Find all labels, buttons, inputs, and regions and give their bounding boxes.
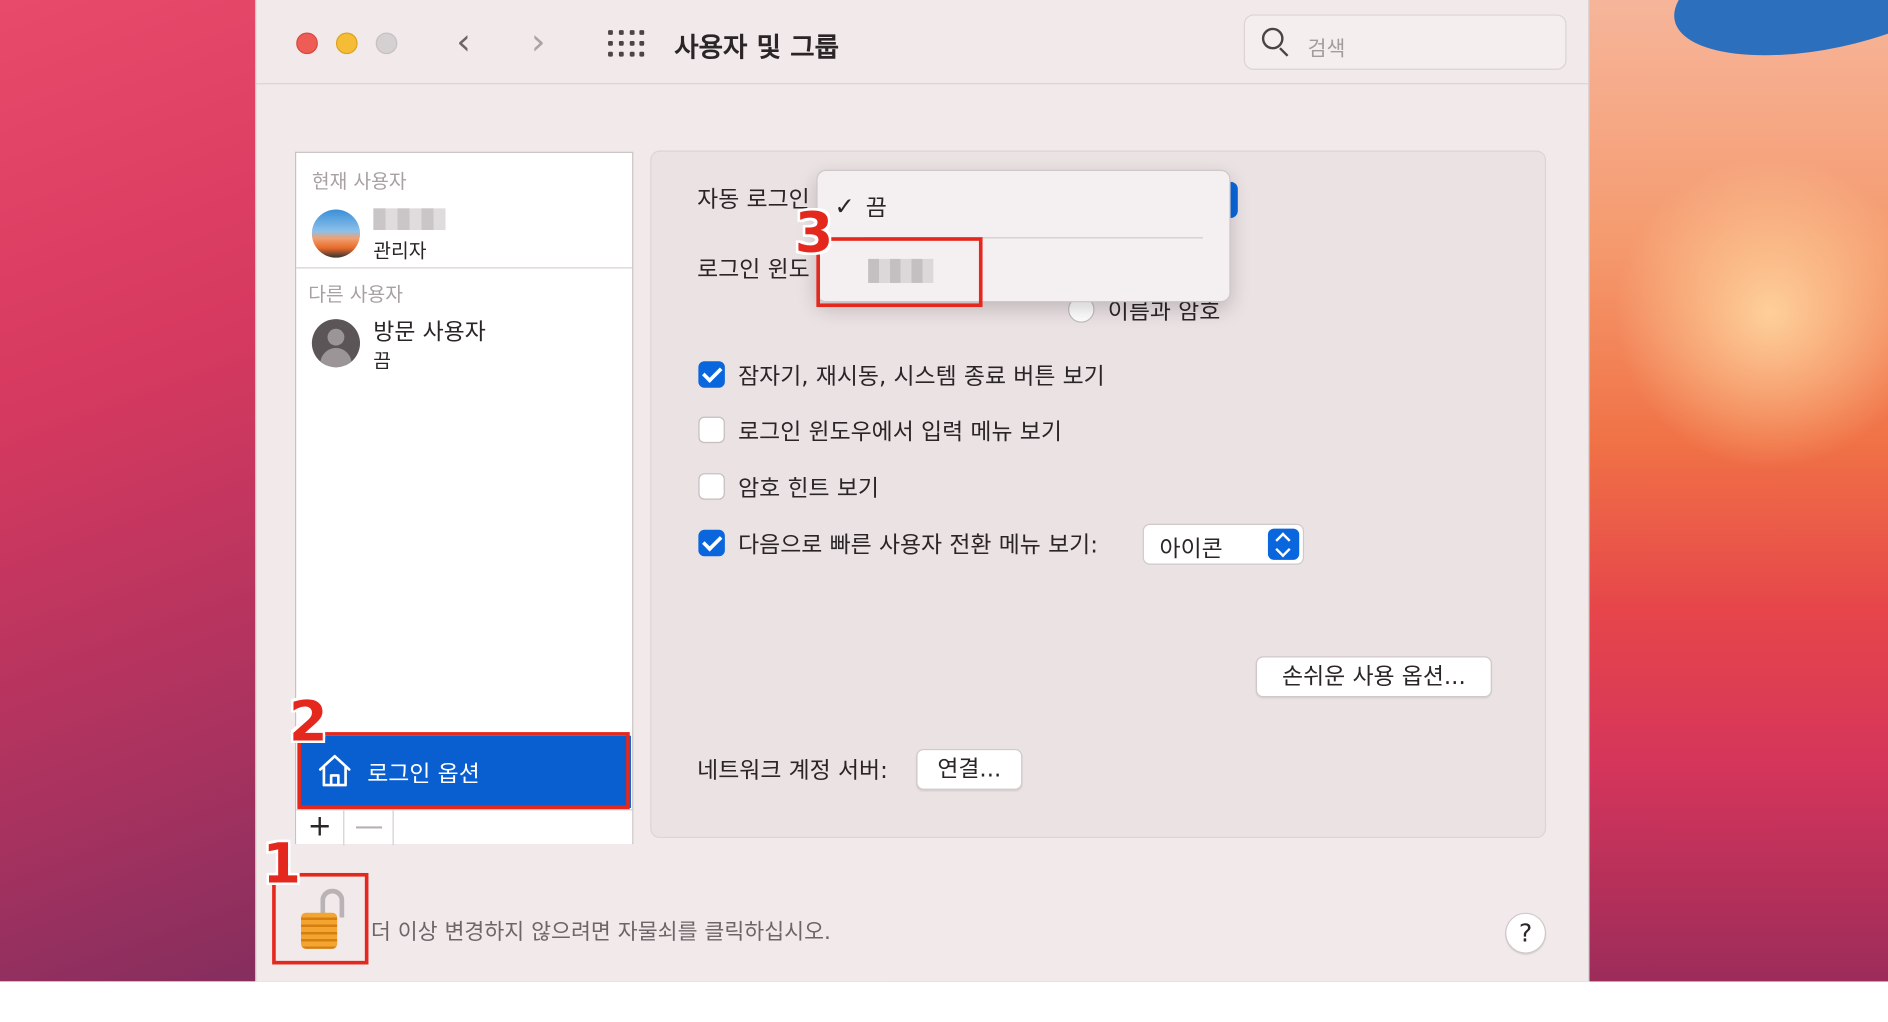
login-window-label: 로그인 윈도 bbox=[697, 256, 810, 283]
guest-user-name[interactable]: 방문 사용자 bbox=[373, 314, 486, 347]
annotation-number-2: 2 bbox=[288, 688, 328, 754]
remove-user-button[interactable]: — bbox=[346, 810, 394, 846]
checkmark-icon: ✓ bbox=[834, 191, 855, 221]
minimize-button[interactable] bbox=[335, 32, 358, 55]
annotation-box-2 bbox=[297, 732, 630, 810]
network-server-label: 네트워크 계정 서버: bbox=[697, 757, 888, 784]
admin-role: 관리자 bbox=[373, 239, 427, 263]
search-icon bbox=[1261, 27, 1291, 57]
admin-name-redacted bbox=[373, 208, 446, 230]
zoom-button[interactable] bbox=[375, 32, 398, 55]
wallpaper-glow bbox=[1613, 156, 1888, 470]
guest-user-status: 끔 bbox=[373, 349, 392, 373]
menu-item-off[interactable]: 끔 bbox=[866, 190, 887, 223]
annotation-number-1: 1 bbox=[262, 830, 302, 896]
title-bar: ‹ › 사용자 및 그룹 검색 bbox=[256, 0, 1589, 85]
search-field[interactable]: 검색 bbox=[1243, 14, 1567, 70]
show-input-menu-checkbox[interactable] bbox=[698, 416, 725, 444]
fast-user-switch-label: 다음으로 빠른 사용자 전환 메뉴 보기: bbox=[738, 532, 1098, 559]
annotation-box-3 bbox=[816, 237, 983, 308]
show-password-hint-label: 암호 힌트 보기 bbox=[738, 475, 879, 503]
search-placeholder: 검색 bbox=[1307, 37, 1346, 62]
accessibility-options-button[interactable]: 손쉬운 사용 옵션... bbox=[1255, 656, 1492, 698]
add-user-button[interactable]: + bbox=[296, 810, 345, 846]
close-button[interactable] bbox=[296, 32, 318, 55]
guest-avatar bbox=[311, 319, 361, 368]
show-input-menu-label: 로그인 윈도우에서 입력 메뉴 보기 bbox=[738, 419, 1062, 446]
show-password-hint-checkbox[interactable] bbox=[698, 473, 725, 500]
other-users-heading: 다른 사용자 bbox=[308, 282, 403, 306]
screen: ‹ › 사용자 및 그룹 검색 현재 사용자 관리자 다른 사용자 방문 사용자… bbox=[0, 0, 1888, 1022]
connect-button[interactable]: 연결... bbox=[916, 748, 1023, 790]
current-users-heading: 현재 사용자 bbox=[311, 169, 407, 193]
help-button[interactable]: ? bbox=[1505, 912, 1547, 954]
show-sleep-restart-checkbox[interactable] bbox=[698, 361, 725, 388]
fast-user-switch-value: 아이콘 bbox=[1159, 535, 1223, 563]
back-arrow-icon[interactable]: ‹ bbox=[456, 19, 470, 67]
fast-user-switch-checkbox[interactable] bbox=[698, 529, 725, 557]
auto-login-label: 자동 로그인 bbox=[697, 186, 810, 214]
section-divider bbox=[296, 267, 633, 269]
window-title: 사용자 및 그룹 bbox=[674, 33, 839, 64]
admin-avatar bbox=[311, 209, 361, 258]
wallpaper-blue-shape bbox=[1662, 0, 1888, 80]
popup-arrows-icon bbox=[1267, 528, 1300, 560]
lock-hint-text: 더 이상 변경하지 않으려면 자물쇠를 클릭하십시오. bbox=[370, 919, 831, 946]
wallpaper-right-strip bbox=[1589, 0, 1888, 982]
show-sleep-restart-label: 잠자기, 재시동, 시스템 종료 버튼 보기 bbox=[738, 363, 1105, 391]
annotation-number-3: 3 bbox=[794, 199, 834, 265]
forward-arrow-icon[interactable]: › bbox=[531, 19, 545, 67]
show-all-grid-icon[interactable] bbox=[608, 30, 645, 57]
list-toolbar: + — bbox=[296, 809, 633, 846]
fast-user-switch-popup[interactable]: 아이콘 bbox=[1142, 523, 1305, 565]
